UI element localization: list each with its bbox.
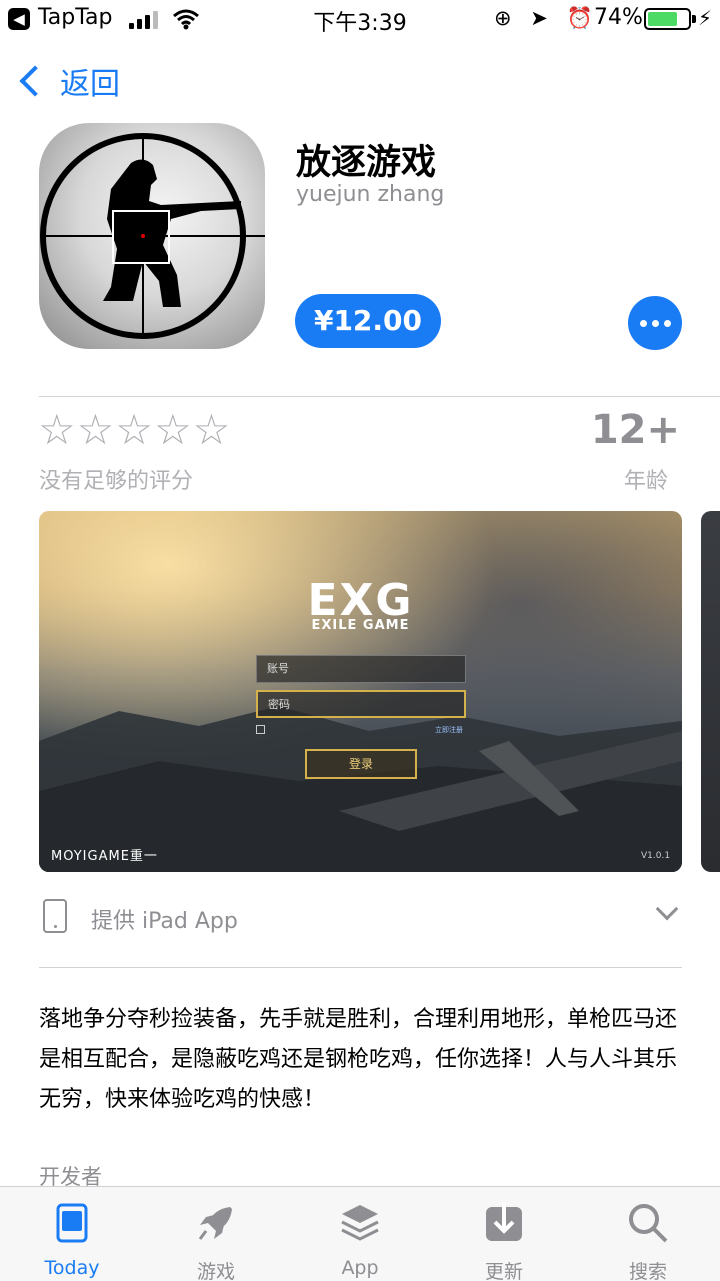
rocket-icon: [198, 1207, 232, 1240]
remember-checkbox: [256, 725, 265, 734]
divider: [39, 396, 720, 397]
ipad-icon: [43, 899, 67, 933]
app-title: 放逐游戏: [296, 143, 437, 183]
sniper-scope-icon: [40, 133, 265, 339]
publisher-brand: MOYIGAME重一: [51, 849, 158, 864]
app-screenshot-next[interactable]: [701, 511, 720, 872]
download-icon: [486, 1203, 522, 1241]
back-button-label: 返回: [60, 67, 120, 102]
search-icon: [629, 1204, 668, 1243]
chevron-left-icon: [19, 65, 51, 97]
game-logo-subtitle: EXILE GAME: [311, 618, 410, 633]
tab-bar: Today 游戏 App 更新 搜索: [0, 1186, 720, 1281]
battery-percent: 74%: [594, 5, 643, 30]
app-icon: [39, 123, 265, 349]
buy-price-button[interactable]: ¥12.00: [295, 294, 441, 348]
tab-apps[interactable]: App: [288, 1187, 432, 1281]
battery-icon: [644, 8, 691, 30]
tab-updates-label: 更新: [484, 1261, 523, 1281]
divider: [39, 967, 682, 968]
age-rating-label: 年龄: [623, 469, 668, 494]
charging-bolt-icon: ⚡: [698, 6, 713, 30]
tab-search-label: 搜索: [628, 1261, 667, 1281]
tab-games[interactable]: 游戏: [144, 1187, 288, 1281]
app-screenshot[interactable]: EXG EXILE GAME 账号 密码 立即注册 登录 MOYIGAME重一 …: [39, 511, 682, 872]
tab-apps-label: App: [341, 1257, 379, 1279]
account-field: 账号: [256, 655, 466, 683]
battery-tip: [692, 15, 696, 23]
tab-games-label: 游戏: [196, 1261, 235, 1281]
tab-updates[interactable]: 更新: [432, 1187, 576, 1281]
tab-search[interactable]: 搜索: [576, 1187, 720, 1281]
app-developer[interactable]: yuejun zhang: [296, 182, 444, 207]
app-description: 落地争分夺秒捡装备，先手就是胜利，合理利用地形，单枪匹马还是相互配合，是隐蔽吃鸡…: [39, 1007, 678, 1112]
ipad-app-row[interactable]: 提供 iPad App: [39, 893, 682, 941]
game-version: V1.0.1: [641, 851, 671, 861]
tab-today-label: Today: [44, 1257, 100, 1279]
chevron-down-icon[interactable]: [655, 897, 679, 921]
tab-today[interactable]: Today: [0, 1187, 144, 1281]
status-icons: ⊕ ➤ ⏰: [494, 6, 599, 30]
register-link: 立即注册: [435, 726, 463, 734]
back-button[interactable]: 返回: [14, 58, 120, 104]
age-rating-value: 12+: [590, 407, 680, 453]
today-icon: [56, 1203, 88, 1243]
status-bar: ◀ TapTap 下午3:39 ⊕ ➤ ⏰ 74% ⚡: [0, 0, 720, 40]
ratings-note: 没有足够的评分: [39, 469, 194, 494]
layers-icon: [341, 1205, 379, 1241]
ipad-app-label: 提供 iPad App: [91, 909, 238, 934]
login-button: 登录: [305, 749, 417, 779]
rating-stars: ☆☆☆☆☆: [38, 405, 232, 454]
password-field: 密码: [256, 690, 466, 718]
more-options-button[interactable]: [628, 296, 682, 350]
